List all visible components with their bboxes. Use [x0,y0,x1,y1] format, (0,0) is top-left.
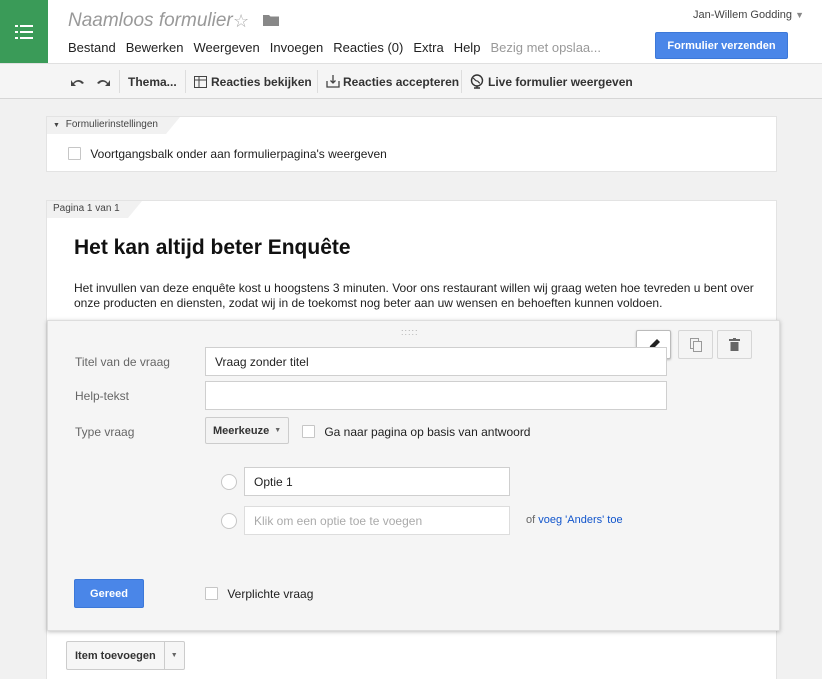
required-checkbox[interactable] [205,587,218,601]
question-editor: ::::: Titel van de vraag Vraag zonder ti… [47,320,780,631]
or-text: of [526,514,536,526]
accept-responses-button[interactable]: Reacties accepteren [326,64,459,99]
user-account-menu[interactable]: Jan-Willem Godding ▼ [693,9,804,21]
folder-icon[interactable] [263,14,279,26]
star-icon[interactable]: ☆ [233,11,249,31]
user-name: Jan-Willem Godding [692,9,793,21]
view-live-form-label: Live formulier weergeven [488,74,633,89]
drag-handle[interactable]: ::::: [401,327,419,337]
theme-button[interactable]: Thema... [128,64,177,99]
question-type-label: Type vraag [75,425,135,439]
view-responses-button[interactable]: Reacties bekijken [194,64,312,99]
undo-icon[interactable] [71,64,87,99]
toolbar: Thema... Reacties bekijken Reacties acce… [0,63,822,99]
view-responses-label: Reacties bekijken [211,74,312,89]
form-settings-panel: ▼ Formulierinstellingen Voortgangsbalk o… [46,116,777,172]
divider [461,70,462,93]
go-to-page-checkbox[interactable] [302,425,315,439]
form-settings-toggle[interactable]: ▼ Formulierinstellingen [47,117,180,134]
menu-tools[interactable]: Extra [413,40,443,55]
menu-bar: Bestand Bewerken Weergeven Invoegen Reac… [68,40,611,55]
required-label: Verplichte vraag [227,586,314,601]
done-button[interactable]: Gereed [74,579,144,608]
add-other-option: of voeg 'Anders' toe [526,514,623,526]
progress-bar-checkbox[interactable] [68,147,81,161]
trash-icon [729,338,740,351]
copy-icon [689,337,702,352]
app-header: Naamloos formulier ☆ Bestand Bewerken We… [0,0,822,63]
question-title-label: Titel van de vraag [75,355,170,369]
delete-question-button[interactable] [717,330,752,359]
menu-insert[interactable]: Invoegen [270,40,324,55]
menu-help[interactable]: Help [454,40,481,55]
chevron-down-icon: ▼ [274,427,282,434]
globe-icon [470,73,484,89]
option-1-input[interactable]: Optie 1 [244,467,510,496]
add-option-input[interactable]: Klik om een optie toe te voegen [244,506,510,535]
add-item-control: Item toevoegen ▼ [66,641,185,670]
form-description[interactable]: Het invullen van deze enquête kost u hoo… [74,281,774,311]
progress-bar-label: Voortgangsbalk onder aan formulierpagina… [90,146,387,161]
progress-bar-option: Voortgangsbalk onder aan formulierpagina… [68,146,387,161]
go-to-page-label: Ga naar pagina op basis van antwoord [324,424,531,439]
add-item-button[interactable]: Item toevoegen [67,642,165,669]
divider [119,70,120,93]
option-1-radio [221,474,237,490]
divider [185,70,186,93]
accept-responses-label: Reacties accepteren [343,74,460,89]
question-type-value: Meerkeuze [213,424,270,437]
menu-file[interactable]: Bestand [68,40,116,55]
duplicate-question-button[interactable] [678,330,713,359]
redo-icon[interactable] [94,64,110,99]
go-to-page-option: Ga naar pagina op basis van antwoord [302,424,530,439]
document-title[interactable]: Naamloos formulier [68,10,233,32]
required-question-option: Verplichte vraag [205,586,313,601]
send-form-button[interactable]: Formulier verzenden [655,32,788,59]
divider [317,70,318,93]
page-indicator: Pagina 1 van 1 [47,201,142,218]
add-option-radio [221,513,237,529]
chevron-down-icon: ▼ [170,652,178,659]
menu-view[interactable]: Weergeven [194,40,260,55]
form-settings-label: Formulierinstellingen [65,119,158,130]
add-other-link[interactable]: voeg 'Anders' toe [538,514,622,526]
form-title[interactable]: Het kan altijd beter Enquête [74,236,351,260]
forms-logo-icon[interactable] [0,0,48,63]
table-icon [194,75,207,88]
question-type-dropdown[interactable]: Meerkeuze ▼ [205,417,290,444]
question-title-input[interactable]: Vraag zonder titel [205,347,667,376]
menu-edit[interactable]: Bewerken [126,40,184,55]
inbox-icon [326,75,340,88]
triangle-down-icon: ▼ [53,122,60,129]
menu-responses[interactable]: Reacties (0) [333,40,403,55]
view-live-form-button[interactable]: Live formulier weergeven [469,64,633,99]
chevron-down-icon: ▼ [795,10,804,20]
saving-status: Bezig met opslaa... [490,40,601,55]
add-item-dropdown[interactable]: ▼ [165,642,184,669]
help-text-input[interactable] [205,381,667,410]
help-text-label: Help-tekst [75,389,130,403]
